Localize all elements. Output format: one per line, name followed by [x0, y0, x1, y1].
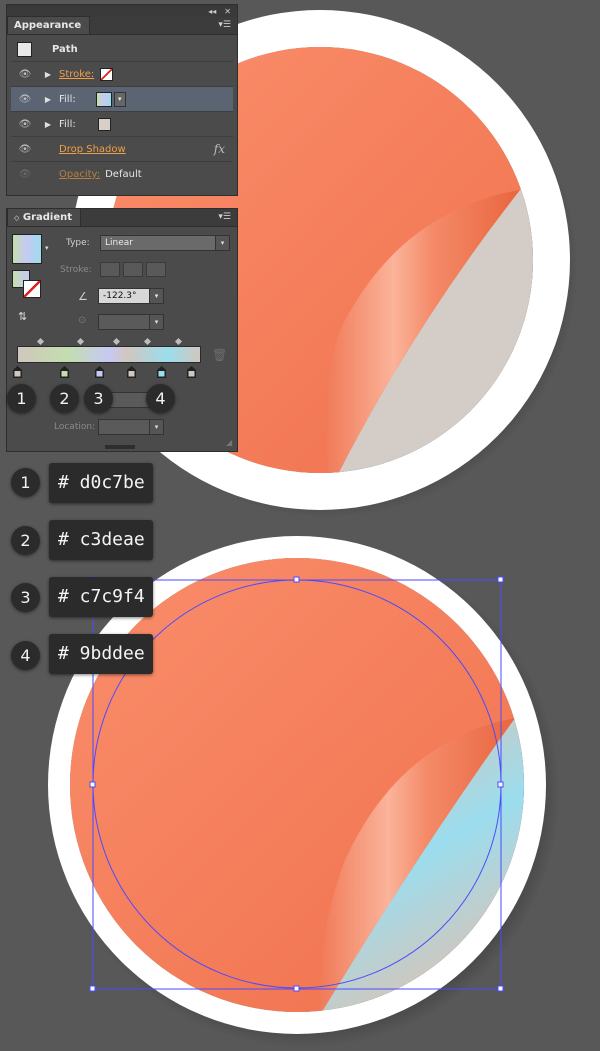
legend-hex-3: # c7c9f4 — [49, 577, 153, 617]
appearance-row-opacity[interactable]: 👁 Opacity: Default — [11, 162, 233, 187]
eye-icon[interactable]: 👁 — [15, 144, 35, 155]
appearance-row-drop-shadow[interactable]: 👁 Drop Shadow fx — [11, 137, 233, 162]
stop-number-badge-1: 1 — [7, 384, 36, 413]
stroke-across-button[interactable] — [146, 262, 166, 277]
angle-icon: ∠ — [78, 290, 88, 303]
tab-appearance[interactable]: Appearance — [7, 16, 91, 34]
legend-number-3: 3 — [11, 583, 40, 612]
fill-label[interactable]: Fill: — [59, 94, 76, 105]
legend-number-2: 2 — [11, 526, 40, 555]
chevron-down-icon: ▾ — [149, 289, 163, 303]
trash-icon[interactable]: 🗑 — [212, 348, 227, 362]
collapse-icon[interactable]: ◂◂ — [208, 7, 216, 16]
panel-toggle-icon: ◇ — [14, 214, 20, 222]
stop-number-badge-3: 3 — [84, 384, 113, 413]
location-field[interactable]: ▾ — [98, 419, 164, 435]
tab-gradient[interactable]: ◇ Gradient — [7, 208, 82, 226]
eye-icon[interactable]: 👁 — [15, 119, 35, 130]
legend-number-1: 1 — [11, 468, 40, 497]
fill-solid-swatch[interactable] — [97, 117, 111, 131]
gradient-stop-2[interactable] — [60, 366, 69, 378]
fill-dropdown-icon[interactable]: ▾ — [113, 91, 126, 107]
appearance-row-fill-selected[interactable]: 👁 ▶ Fill: ▾ — [11, 87, 233, 112]
gradient-tab-label: Gradient — [22, 212, 73, 223]
handle-bm[interactable] — [293, 985, 300, 992]
angle-field[interactable]: -122.3° ▾ — [98, 288, 164, 304]
stroke-none-swatch[interactable] — [100, 67, 114, 81]
chevron-down-icon: ▾ — [149, 420, 163, 434]
eye-icon[interactable]: 👁 — [15, 69, 35, 80]
gradient-tabbar: ◇ Gradient ▾☰ — [7, 208, 237, 227]
handle-bl[interactable] — [89, 985, 96, 992]
legend-hex-1: # d0c7be — [49, 463, 153, 503]
stroke-label-gradient: Stroke: — [60, 265, 92, 275]
expand-triangle-icon[interactable]: ▶ — [41, 95, 55, 104]
handle-tm[interactable] — [293, 576, 300, 583]
gradient-stop-6[interactable] — [187, 366, 196, 378]
expand-triangle-icon[interactable]: ▶ — [41, 70, 55, 79]
gradient-stop-1[interactable] — [13, 366, 22, 378]
type-label: Type: — [66, 238, 90, 248]
location-label: Location: — [54, 422, 96, 432]
appearance-panel: ◂◂ ✕ Appearance ▾☰ Path 👁 ▶ Stroke: 👁 ▶ … — [6, 4, 238, 196]
appearance-tabbar: Appearance ▾☰ — [7, 16, 237, 35]
stroke-within-button[interactable] — [100, 262, 120, 277]
gradient-stop-4[interactable] — [127, 366, 136, 378]
stop-number-badge-4: 4 — [146, 384, 175, 413]
gradient-slider-bar[interactable] — [17, 346, 201, 363]
aspect-ratio-icon: ⊙ — [78, 315, 87, 326]
stroke-along-button[interactable] — [123, 262, 143, 277]
resize-grip-icon[interactable]: ◢ — [226, 438, 232, 447]
gradient-preview-swatch[interactable] — [12, 234, 42, 264]
fx-icon[interactable]: fx — [214, 142, 225, 156]
chevron-down-icon: ▾ — [149, 315, 163, 329]
opacity-value: Default — [105, 169, 142, 180]
appearance-row-fill[interactable]: 👁 ▶ Fill: — [11, 112, 233, 137]
stroke-mini-swatch[interactable] — [23, 280, 41, 298]
appearance-row-stroke[interactable]: 👁 ▶ Stroke: — [11, 62, 233, 87]
expand-triangle-icon[interactable]: ▶ — [41, 120, 55, 129]
panel-scroll-handle[interactable] — [105, 445, 135, 449]
close-icon[interactable]: ✕ — [224, 7, 231, 16]
path-label: Path — [52, 43, 78, 55]
handle-br[interactable] — [497, 985, 504, 992]
aspect-ratio-field[interactable]: ▾ — [98, 314, 164, 330]
legend-hex-4: # 9bddee — [49, 634, 153, 674]
panel-menu-icon[interactable]: ▾☰ — [218, 20, 231, 30]
eye-icon[interactable]: 👁 — [15, 169, 35, 180]
handle-mr[interactable] — [497, 781, 504, 788]
reverse-gradient-icon[interactable]: ⇅ — [18, 310, 27, 323]
fill-gradient-swatch[interactable] — [95, 91, 112, 107]
angle-value: -122.3° — [103, 291, 137, 301]
handle-tr[interactable] — [497, 576, 504, 583]
gradient-preview-dropdown-icon[interactable]: ▾ — [45, 244, 49, 252]
type-dropdown-value: Linear — [105, 238, 133, 248]
handle-ml[interactable] — [89, 781, 96, 788]
legend-number-4: 4 — [11, 641, 40, 670]
legend-hex-2: # c3deae — [49, 520, 153, 560]
eye-icon[interactable]: 👁 — [15, 94, 35, 105]
opacity-label[interactable]: Opacity: — [59, 169, 100, 180]
gradient-stop-3[interactable] — [95, 366, 104, 378]
fill-label-2[interactable]: Fill: — [59, 119, 76, 130]
stroke-label[interactable]: Stroke: — [59, 69, 94, 80]
path-thumbnail — [17, 41, 32, 57]
drop-shadow-label[interactable]: Drop Shadow — [59, 144, 126, 155]
stop-number-badge-2: 2 — [50, 384, 79, 413]
appearance-header-row[interactable]: Path — [11, 37, 233, 62]
panel-menu-icon[interactable]: ▾☰ — [218, 212, 231, 222]
type-dropdown[interactable]: Linear ▾ — [100, 235, 230, 251]
chevron-down-icon: ▾ — [215, 236, 229, 250]
gradient-stop-5[interactable] — [157, 366, 166, 378]
